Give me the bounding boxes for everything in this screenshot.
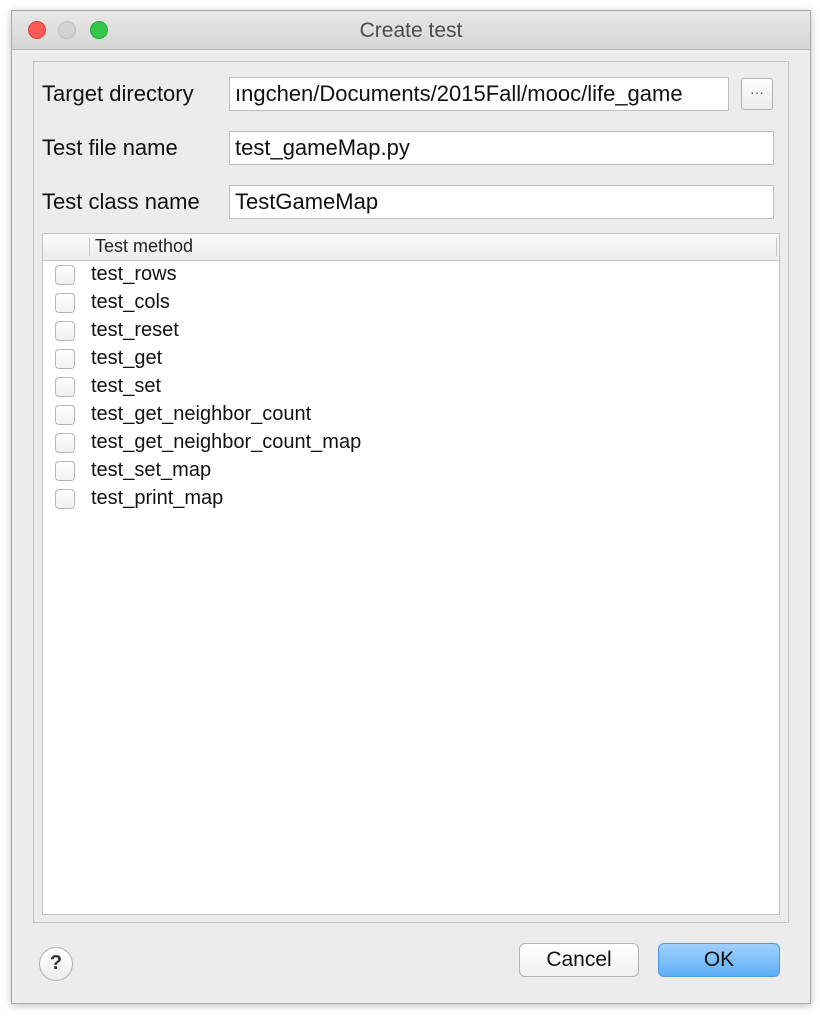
method-name: test_get — [91, 347, 163, 369]
test-method-table: Test method test_rows test_cols test_res… — [42, 233, 780, 915]
row-checkbox[interactable] — [55, 405, 75, 425]
row-checkbox[interactable] — [55, 349, 75, 369]
table-row[interactable]: test_set_map — [43, 458, 779, 485]
method-name: test_set_map — [91, 459, 212, 481]
table-row[interactable]: test_get_neighbor_count — [43, 402, 779, 429]
table-row[interactable]: test_get_neighbor_count_map — [43, 430, 779, 457]
row-checkbox[interactable] — [55, 489, 75, 509]
method-name: test_get_neighbor_count_map — [91, 431, 362, 453]
method-name: test_set — [91, 375, 162, 397]
method-name: test_get_neighbor_count — [91, 403, 312, 425]
target-directory-label: Target directory — [42, 81, 194, 106]
row-checkbox[interactable] — [55, 321, 75, 341]
column-divider — [89, 238, 90, 256]
window-title: Create test — [359, 19, 463, 42]
test-file-name-label: Test file name — [42, 135, 178, 160]
test-class-name-field[interactable]: TestGameMap — [229, 185, 774, 219]
help-button[interactable]: ? — [39, 947, 73, 981]
row-checkbox[interactable] — [55, 461, 75, 481]
table-row[interactable]: test_rows — [43, 262, 779, 289]
row-checkbox[interactable] — [55, 265, 75, 285]
table-row[interactable]: test_print_map — [43, 486, 779, 513]
table-row[interactable]: test_set — [43, 374, 779, 401]
method-name: test_reset — [91, 319, 179, 341]
table-row[interactable]: test_reset — [43, 318, 779, 345]
row-checkbox[interactable] — [55, 377, 75, 397]
method-name: test_rows — [91, 263, 177, 285]
table-header: Test method — [43, 234, 779, 261]
column-divider — [776, 238, 777, 256]
row-checkbox[interactable] — [55, 293, 75, 313]
create-test-dialog: Create test Target directory ıngchen/Doc… — [11, 10, 811, 1004]
table-row[interactable]: test_get — [43, 346, 779, 373]
target-directory-field[interactable]: ıngchen/Documents/2015Fall/mooc/life_gam… — [229, 77, 729, 111]
test-method-column-header[interactable]: Test method — [95, 236, 193, 257]
browse-button[interactable]: ··· — [741, 78, 773, 110]
cancel-button[interactable]: Cancel — [519, 943, 639, 977]
ok-button[interactable]: OK — [658, 943, 780, 977]
method-name: test_print_map — [91, 487, 224, 509]
row-checkbox[interactable] — [55, 433, 75, 453]
table-row[interactable]: test_cols — [43, 290, 779, 317]
test-file-name-field[interactable]: test_gameMap.py — [229, 131, 774, 165]
title-bar: Create test — [12, 11, 810, 50]
test-class-name-label: Test class name — [42, 189, 200, 214]
method-name: test_cols — [91, 291, 170, 313]
